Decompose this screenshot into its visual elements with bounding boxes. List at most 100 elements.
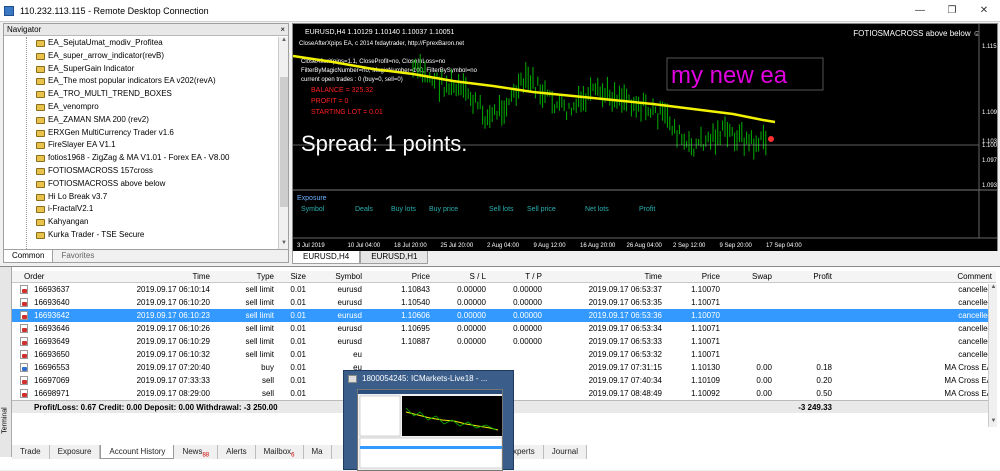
table-row[interactable]: 16693637 2019.09.17 06:10:14 sell limit 0.0… <box>12 283 996 296</box>
table-row[interactable]: 16693642 2019.09.17 06:10:23 sell limit 0.0… <box>12 309 996 322</box>
table-row[interactable]: 16693649 2019.09.17 06:10:29 sell limit 0.0… <box>12 335 996 348</box>
tab-news[interactable]: News88 <box>174 445 219 459</box>
tab-journal[interactable]: Journal <box>544 445 588 459</box>
exposure-column-header: Symbol <box>301 206 325 213</box>
navigator-item[interactable]: EA_SuperGain Indicator <box>4 63 278 76</box>
expert-advisor-icon <box>36 40 45 47</box>
buy-order-icon <box>20 363 28 372</box>
navigator-item[interactable]: EA_TRO_MULTI_TREND_BOXES <box>4 88 278 101</box>
column-header[interactable]: Symbol <box>312 271 362 283</box>
navigator-item[interactable]: EA_ZAMAN SMA 200 (rev2) <box>4 114 278 127</box>
navigator-item[interactable]: fotios1968 - ZigZag & MA V1.01 - Forex E… <box>4 152 278 165</box>
minimize-button[interactable]: — <box>904 0 936 22</box>
cell-symbol: eu <box>353 350 362 359</box>
navigator-scrollbar[interactable]: ▲ ▼ <box>278 37 288 249</box>
date-tick-label: 10 Jul 04:00 <box>348 243 381 249</box>
navigator-item-label: EA_The most popular indicators EA v202(r… <box>48 76 216 86</box>
exposure-column-header: Profit <box>639 206 655 213</box>
table-row[interactable]: 16693646 2019.09.17 06:10:26 sell limit 0.0… <box>12 322 996 335</box>
cell-tp: 0.00000 <box>513 337 542 346</box>
column-header[interactable]: T / P <box>488 271 542 283</box>
exposure-column-header: Buy lots <box>391 206 416 213</box>
chart-tab-h4[interactable]: EURUSD,H4 <box>292 251 361 264</box>
column-header[interactable]: Type <box>212 271 274 283</box>
tab-account-history[interactable]: Account History <box>100 445 175 459</box>
cell-t2: 2019.09.17 06:53:35 <box>588 298 662 307</box>
table-row[interactable]: 16693650 2019.09.17 06:10:32 sell limit 0.0… <box>12 348 996 361</box>
exposure-title: Exposure <box>297 195 327 202</box>
navigator-item[interactable]: ERXGen MultiCurrency Trader v1.6 <box>4 127 278 140</box>
navigator-item[interactable]: EA_SejutaUmat_modiv_Profitea <box>4 37 278 50</box>
navigator-item-label: FireSlayer EA V1.1 <box>48 140 116 150</box>
chart-header: EURUSD,H4 1.10129 1.10140 1.10037 1.1005… <box>305 29 455 36</box>
chart-tab-h1[interactable]: EURUSD,H1 <box>360 251 429 264</box>
navigator-item[interactable]: FOTIOSMACROSS above below <box>4 178 278 191</box>
cell-profit: 0.20 <box>816 376 832 385</box>
navigator-panel: Navigator × EA_SejutaUmat_modiv_Profitea… <box>3 23 289 263</box>
scroll-up-icon[interactable]: ▲ <box>279 37 288 46</box>
column-header[interactable]: Time <box>544 271 662 283</box>
cell-price2: 1.10071 <box>691 324 720 333</box>
navigator-item[interactable]: FireSlayer EA V1.1 <box>4 139 278 152</box>
navigator-item-label: Kurka Trader - TSE Secure <box>48 229 145 239</box>
column-header[interactable]: Profit <box>774 271 832 283</box>
navigator-item[interactable]: Kurka Trader - TSE Secure <box>4 229 278 242</box>
column-header[interactable]: Size <box>276 271 306 283</box>
cell-symbol: eurusd <box>337 324 362 333</box>
navigator-item[interactable]: Kahyangan <box>4 216 278 229</box>
taskbar-preview[interactable]: 1800054245: ICMarkets-Live18 - ... <box>343 370 514 471</box>
price-chart[interactable]: EURUSD,H4 1.10129 1.10140 1.10037 1.1005… <box>292 23 998 263</box>
scroll-up-icon[interactable]: ▲ <box>989 284 998 293</box>
tab-favorites[interactable]: Favorites <box>53 250 102 262</box>
tab-common[interactable]: Common <box>4 250 54 262</box>
chart-tabs: EURUSD,H4 EURUSD,H1 <box>292 251 998 264</box>
price-tick-label: 1.097 <box>982 158 997 164</box>
cell-symbol: eurusd <box>337 298 362 307</box>
cell-tp: 0.00000 <box>513 311 542 320</box>
cell-price: 1.10606 <box>401 311 430 320</box>
navigator-close-icon[interactable]: × <box>280 24 285 36</box>
expert-advisor-icon <box>36 52 45 60</box>
date-tick-label: 3 Jul 2019 <box>297 243 325 249</box>
navigator-item-label: fotios1968 - ZigZag & MA V1.01 - Forex E… <box>48 153 230 163</box>
tab-market[interactable]: Ma <box>304 445 332 459</box>
preview-title: 1800054245: ICMarkets-Live18 - ... <box>344 371 513 387</box>
expert-advisor-icon <box>36 142 45 150</box>
expert-advisor-icon <box>36 91 45 99</box>
scroll-down-icon[interactable]: ▼ <box>279 240 288 249</box>
tab-news-label: News <box>182 447 203 456</box>
column-header[interactable]: Time <box>102 271 210 283</box>
tab-mailbox[interactable]: Mailbox6 <box>256 445 304 459</box>
navigator-item[interactable]: Hi Lo Break v3.7 <box>4 191 278 204</box>
close-button[interactable]: ✕ <box>968 0 1000 22</box>
restore-button[interactable]: ❐ <box>936 0 968 22</box>
navigator-item[interactable]: EA_super_arrow_indicator(revB) <box>4 50 278 63</box>
cell-t2: 2019.09.17 06:53:37 <box>588 285 662 294</box>
tab-alerts[interactable]: Alerts <box>218 445 256 459</box>
mail-badge: 6 <box>291 452 295 459</box>
column-header[interactable]: Order <box>24 271 104 283</box>
scroll-down-icon[interactable]: ▼ <box>989 418 998 427</box>
tab-trade[interactable]: Trade <box>12 445 50 459</box>
column-header[interactable]: Swap <box>722 271 772 283</box>
cell-sl: 0.00000 <box>457 337 486 346</box>
navigator-item[interactable]: EA_The most popular indicators EA v202(r… <box>4 75 278 88</box>
expert-advisor-icon <box>36 78 45 86</box>
column-header[interactable]: Price <box>664 271 720 283</box>
cell-price: 1.10887 <box>401 337 430 346</box>
cell-swap: 0.00 <box>756 389 772 398</box>
navigator-item[interactable]: FOTIOSMACROSS 157cross <box>4 165 278 178</box>
table-scrollbar[interactable]: ▲ ▼ <box>988 284 997 427</box>
navigator-item[interactable]: EA_venompro <box>4 101 278 114</box>
column-header[interactable]: Price <box>364 271 430 283</box>
ea-trades-line: current open trades : 0 (buy=0, sell=0) <box>301 77 403 83</box>
navigator-item-label: FOTIOSMACROSS above below <box>48 178 166 188</box>
column-header[interactable]: Comment <box>834 271 992 283</box>
scroll-thumb[interactable] <box>280 77 288 207</box>
table-row[interactable]: 16693640 2019.09.17 06:10:20 sell limit 0.0… <box>12 296 996 309</box>
navigator-item[interactable]: i-FractalV2.1 <box>4 203 278 216</box>
column-header[interactable]: S / L <box>432 271 486 283</box>
preview-thumbnail[interactable] <box>357 389 503 471</box>
tab-exposure[interactable]: Exposure <box>50 445 101 459</box>
window-titlebar: 110.232.113.115 - Remote Desktop Connect… <box>0 0 1000 22</box>
